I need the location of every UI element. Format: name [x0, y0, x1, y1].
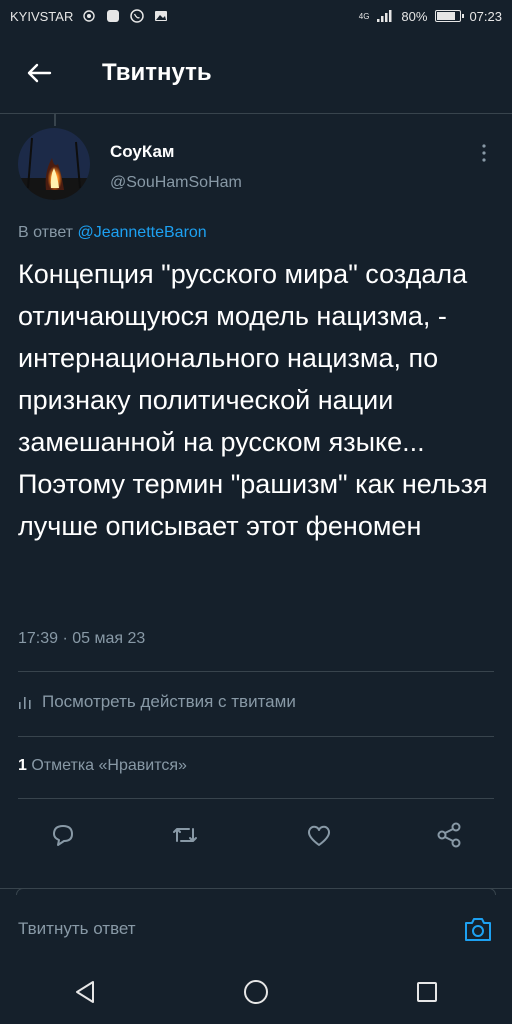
share-icon [437, 822, 461, 848]
likes-count[interactable]: 1 Отметка «Нравится» [18, 757, 187, 775]
triangle-back-icon [76, 981, 95, 1003]
circle-home-icon [243, 980, 268, 1004]
divider [18, 798, 494, 799]
divider [18, 736, 494, 737]
tweet-actions [0, 810, 512, 858]
camera-icon [465, 918, 491, 941]
gallery-icon [153, 8, 169, 24]
status-bar-left: KYIVSTAR [10, 8, 169, 24]
viber-icon [129, 8, 145, 24]
network-label: 4G [358, 11, 370, 21]
arrow-left-icon [27, 63, 52, 82]
like-icon [308, 825, 330, 846]
author-info: СоуКам @SouHamSoHam [110, 142, 242, 210]
status-bar-right: 4G 80% 07:23 [359, 8, 502, 24]
activity-label: Посмотреть действия с твитами [42, 692, 296, 711]
thread-connector [54, 114, 56, 126]
hotspot-icon [81, 8, 97, 24]
signal-icon [377, 8, 393, 24]
back-button[interactable] [24, 58, 54, 88]
square-recents-icon [416, 982, 437, 1002]
nav-home-button[interactable] [236, 972, 276, 1012]
app-bar: Твитнуть [0, 32, 512, 114]
battery-percent: 80% [401, 8, 428, 24]
view-tweet-activity-link[interactable]: Посмотреть действия с твитами [18, 692, 296, 712]
reply-button[interactable] [46, 818, 80, 852]
avatar[interactable] [18, 128, 90, 200]
battery-icon [435, 10, 465, 22]
status-bar: KYIVSTAR 4G 80% 07:23 [0, 0, 512, 32]
tweet-author: СоуКам @SouHamSoHam [18, 128, 494, 210]
battery-fill [437, 12, 455, 20]
reply-context: В ответ @JeannetteBaron [18, 224, 207, 242]
camera-button[interactable] [462, 913, 494, 945]
reply-icon [53, 825, 73, 846]
composer-top-edge [16, 888, 496, 895]
like-button[interactable] [302, 818, 336, 852]
nav-back-button[interactable] [65, 972, 105, 1012]
more-vertical-icon [482, 144, 486, 162]
carrier-label: KYIVSTAR [10, 8, 74, 24]
more-options-button[interactable] [476, 142, 492, 164]
app-notification-icon [105, 8, 121, 24]
analytics-icon [19, 697, 31, 709]
divider [18, 671, 494, 672]
system-nav-bar [0, 960, 512, 1024]
retweet-icon [173, 828, 197, 842]
author-name[interactable]: СоуКам [110, 142, 242, 162]
author-handle[interactable]: @SouHamSoHam [110, 174, 242, 192]
likes-label: Отметка «Нравится» [31, 757, 187, 774]
tweet-text: Концепция "русского мира" создала отлича… [18, 259, 488, 541]
clock: 07:23 [469, 8, 502, 24]
reply-composer[interactable]: Твитнуть ответ [0, 888, 512, 957]
tweet-timestamp: 17:39 · 05 мая 23 [18, 630, 146, 647]
reply-to-link[interactable]: @JeannetteBaron [77, 224, 206, 241]
avatar-image [18, 128, 90, 200]
reply-prefix: В ответ [18, 224, 74, 241]
page-title: Твитнуть [102, 58, 212, 86]
reply-input[interactable]: Твитнуть ответ [18, 919, 136, 939]
nav-recents-button[interactable] [407, 972, 447, 1012]
share-button[interactable] [432, 818, 466, 852]
likes-number: 1 [18, 757, 27, 774]
retweet-button[interactable] [168, 818, 202, 852]
